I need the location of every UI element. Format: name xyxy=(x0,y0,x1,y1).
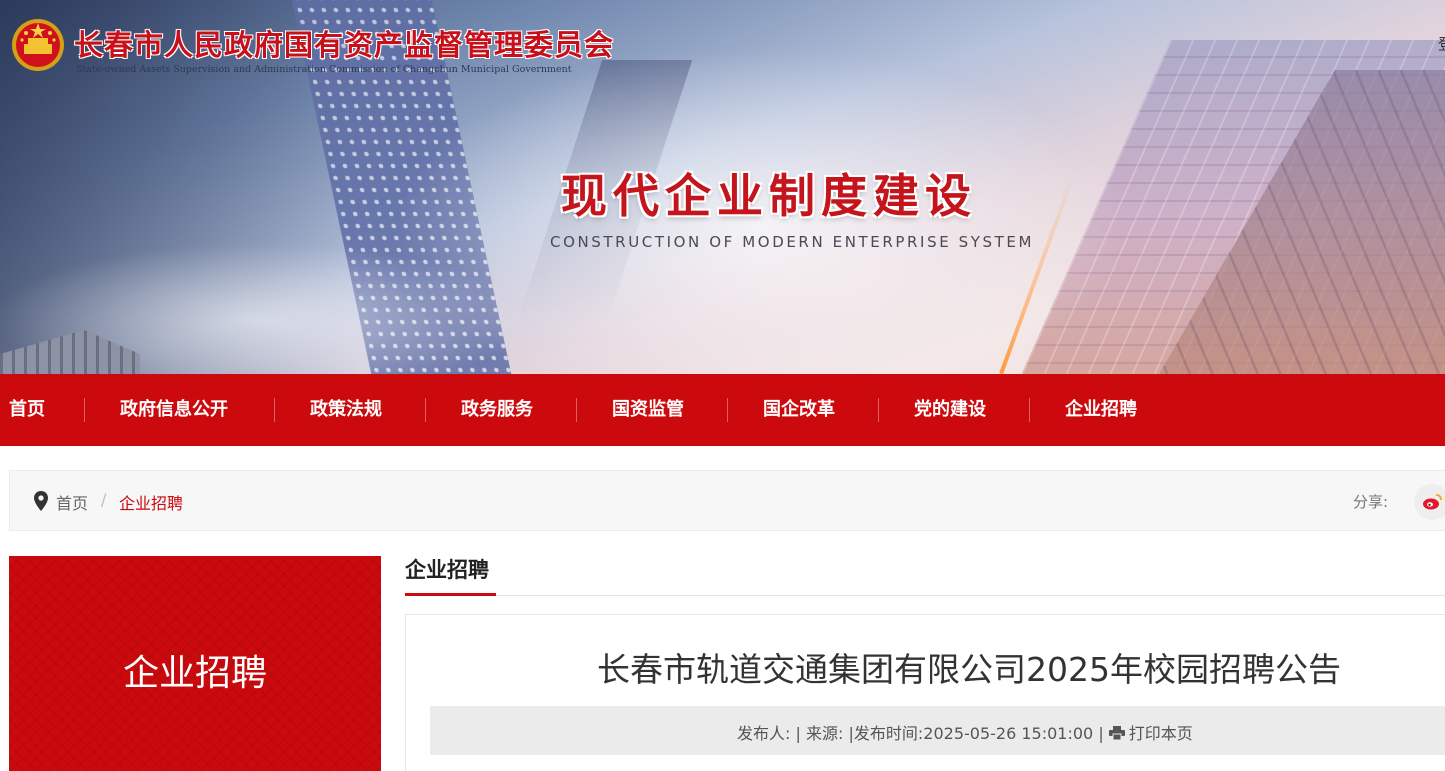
main-nav: 首页 政府信息公开 政策法规 政务服务 国资监管 国企改革 党的建设 企业招聘 xyxy=(0,374,1445,446)
content-tab-title[interactable]: 企业招聘 xyxy=(405,554,489,584)
nav-divider xyxy=(576,398,577,422)
nav-divider xyxy=(1029,398,1030,422)
nav-divider xyxy=(878,398,879,422)
publish-time-label: 发布时间: xyxy=(853,724,924,743)
nav-divider xyxy=(727,398,728,422)
nav-divider xyxy=(274,398,275,422)
sidebar-title: 企业招聘 xyxy=(122,653,267,694)
printer-icon xyxy=(1108,726,1125,740)
content-tab-active-underline xyxy=(405,593,496,596)
location-pin-icon xyxy=(34,491,48,511)
publish-time-value: 2025-05-26 15:01:00 xyxy=(923,724,1094,743)
breadcrumb-separator: / xyxy=(101,490,107,509)
share-label: 分享: xyxy=(1353,493,1389,511)
content-tab-rule xyxy=(405,595,1445,596)
banner-subheading: CONSTRUCTION OF MODERN ENTERPRISE SYSTEM xyxy=(550,233,1035,251)
print-page-label[interactable]: 打印本页 xyxy=(1129,724,1193,743)
breadcrumb-current[interactable]: 企业招聘 xyxy=(119,490,183,514)
header-banner: 长春市人民政府国有资产监督管理委员会 State-owned Assets Su… xyxy=(0,0,1445,374)
login-link[interactable]: 登 xyxy=(1438,33,1445,54)
nav-item-services[interactable]: 政务服务 xyxy=(461,374,533,446)
national-emblem-icon[interactable] xyxy=(10,18,66,76)
nav-item-home[interactable]: 首页 xyxy=(9,374,45,446)
banner-heading: 现代企业制度建设 xyxy=(561,169,977,223)
meta-separator: | xyxy=(795,724,801,743)
article-title: 长春市轨道交通集团有限公司2025年校园招聘公告 xyxy=(597,650,1341,689)
source-label: 来源: xyxy=(805,724,844,743)
print-page-link[interactable]: 打印本页 xyxy=(1108,724,1193,743)
site-subtitle: State-owned Assets Supervision and Admin… xyxy=(76,64,572,75)
sidebar-section-header: 企业招聘 xyxy=(9,556,381,771)
nav-item-reform[interactable]: 国企改革 xyxy=(763,374,835,446)
nav-divider xyxy=(425,398,426,422)
nav-item-policy[interactable]: 政策法规 xyxy=(310,374,382,446)
weibo-icon[interactable] xyxy=(1414,484,1445,520)
publisher-label: 发布人: xyxy=(737,724,791,743)
nav-item-supervision[interactable]: 国资监管 xyxy=(612,374,684,446)
breadcrumb: 首页 / 企业招聘 分享: xyxy=(9,470,1445,531)
site-title[interactable]: 长春市人民政府国有资产监督管理委员会 xyxy=(74,22,614,64)
breadcrumb-home[interactable]: 首页 xyxy=(56,490,88,514)
article-meta: 发布人: | 来源: |发布时间:2025-05-26 15:01:00 | 打… xyxy=(737,720,1193,744)
nav-item-recruitment[interactable]: 企业招聘 xyxy=(1065,374,1137,446)
meta-separator: | xyxy=(1098,724,1104,743)
nav-item-gov-info[interactable]: 政府信息公开 xyxy=(120,374,228,446)
nav-item-party[interactable]: 党的建设 xyxy=(914,374,986,446)
nav-divider xyxy=(84,398,85,422)
